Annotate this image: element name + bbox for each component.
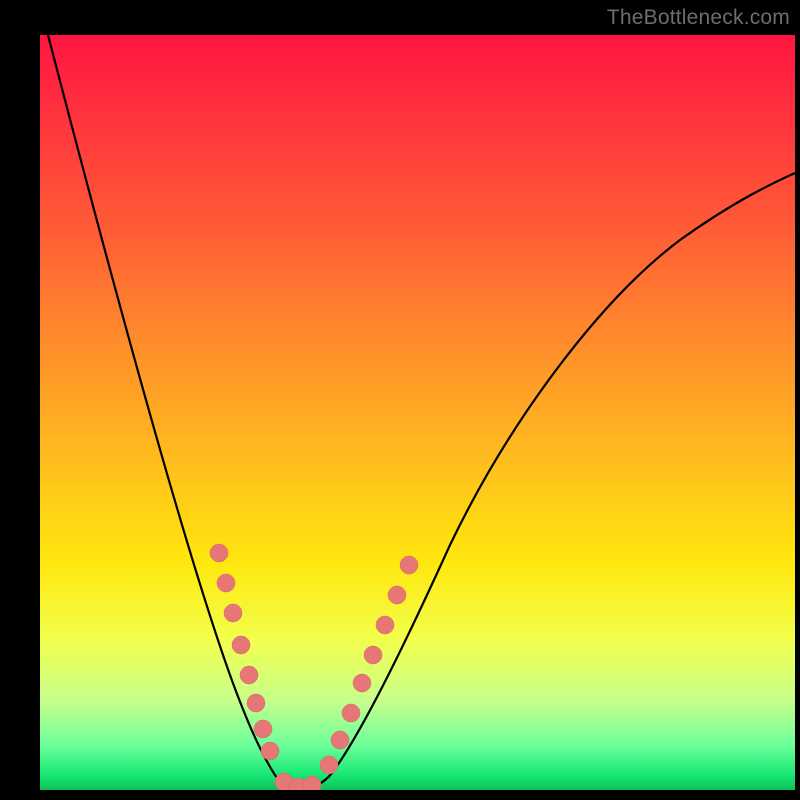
bottleneck-curve — [40, 35, 795, 790]
plot-area — [40, 35, 795, 790]
chart-container: TheBottleneck.com — [0, 0, 800, 800]
watermark-text: TheBottleneck.com — [607, 6, 790, 30]
